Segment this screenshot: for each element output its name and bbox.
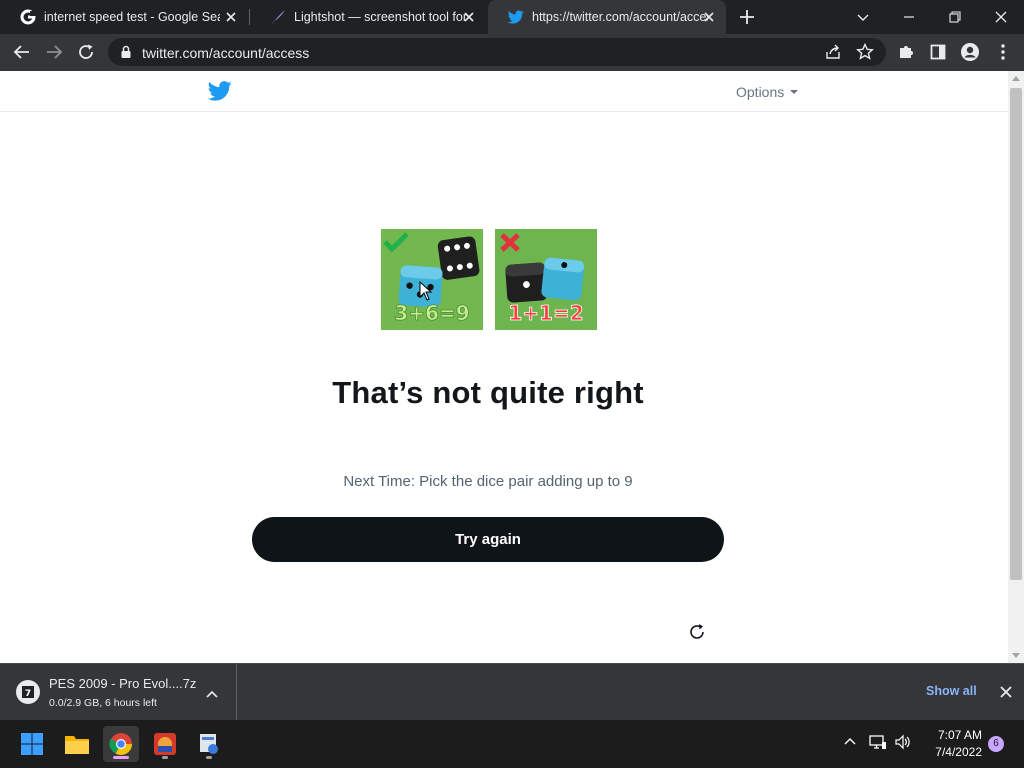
hint-text: Next Time: Pick the dice pair adding up …	[343, 473, 633, 490]
windows-taskbar: 7:07 AM 7/4/2022 6	[0, 720, 1024, 768]
tab-title: https://twitter.com/account/access	[532, 10, 708, 24]
address-bar[interactable]: twitter.com/account/access	[108, 38, 886, 66]
windows-start-icon[interactable]	[14, 726, 50, 762]
running-app-indicator	[206, 756, 212, 759]
dice-equation-right: 1+1=2	[508, 301, 583, 325]
installer-app-icon[interactable]	[191, 726, 227, 762]
caret-down-icon	[790, 90, 799, 94]
download-item[interactable]: 7 PES 2009 - Pro Evol....7z 0.0/2.9 GB, …	[0, 664, 237, 720]
system-clock[interactable]: 7:07 AM 7/4/2022	[912, 727, 982, 761]
close-window-icon[interactable]	[978, 0, 1024, 34]
lightshot-feather-icon	[270, 9, 286, 25]
twitter-header: Options	[0, 71, 1008, 112]
archive-7z-icon: 7	[16, 680, 40, 704]
tab-twitter-access[interactable]: https://twitter.com/account/access	[488, 0, 726, 34]
file-explorer-folder-icon[interactable]	[59, 726, 95, 762]
notification-count-badge[interactable]: 6	[988, 736, 1004, 752]
google-icon	[20, 9, 36, 25]
forward-arrow-icon[interactable]	[44, 42, 64, 62]
twitter-logo-icon[interactable]	[207, 81, 232, 106]
scroll-up-arrow-icon[interactable]	[1012, 76, 1020, 81]
page-title: That’s not quite right	[332, 375, 644, 410]
dice-image-incorrect: 1+1=2	[495, 229, 597, 330]
browser-toolbar: twitter.com/account/access	[0, 34, 1024, 71]
close-tab-icon[interactable]	[702, 10, 716, 24]
reload-icon[interactable]	[76, 42, 96, 62]
download-progress-status: 0.0/2.9 GB, 6 hours left	[49, 697, 157, 709]
network-monitor-icon[interactable]	[869, 734, 887, 755]
close-tab-icon[interactable]	[462, 10, 476, 24]
show-all-downloads-link[interactable]: Show all	[926, 684, 977, 698]
scroll-down-arrow-icon[interactable]	[1012, 653, 1020, 658]
close-download-shelf-icon[interactable]	[999, 685, 1013, 704]
download-shelf: 7 PES 2009 - Pro Evol....7z 0.0/2.9 GB, …	[0, 663, 1024, 720]
bookmark-star-icon[interactable]	[856, 42, 874, 66]
tab-google-search[interactable]: internet speed test - Google Search	[0, 0, 248, 34]
volume-speaker-icon[interactable]	[894, 734, 912, 755]
game-app-icon[interactable]	[147, 726, 183, 762]
dice-equation-left: 3+6=9	[394, 301, 469, 325]
running-app-indicator	[162, 756, 168, 759]
options-dropdown[interactable]: Options	[736, 84, 799, 100]
download-file-name: PES 2009 - Pro Evol....7z	[49, 676, 197, 691]
refresh-puzzle-icon[interactable]	[687, 622, 707, 647]
show-hidden-icons-chevron-up-icon[interactable]	[843, 734, 857, 753]
scrollbar-thumb[interactable]	[1010, 88, 1022, 580]
tab-title: internet speed test - Google Search	[44, 10, 220, 24]
back-arrow-icon[interactable]	[12, 42, 32, 62]
twitter-bird-icon	[508, 9, 524, 25]
active-app-indicator	[113, 756, 129, 759]
tab-search-chevron-down-icon[interactable]	[840, 0, 886, 34]
try-again-button[interactable]: Try again	[252, 517, 724, 562]
page-scrollbar[interactable]	[1008, 71, 1024, 663]
share-icon[interactable]	[824, 43, 842, 66]
tab-title: Lightshot — screenshot tool for Mac & Wi…	[294, 10, 470, 24]
side-panel-icon[interactable]	[928, 42, 948, 62]
lock-icon[interactable]	[120, 45, 132, 64]
clock-date: 7/4/2022	[935, 745, 982, 759]
chrome-menu-kebab-icon[interactable]	[993, 42, 1013, 62]
browser-tab-strip: internet speed test - Google Search Ligh…	[0, 0, 1024, 34]
new-tab-plus-icon[interactable]	[738, 8, 756, 26]
options-label: Options	[736, 84, 785, 100]
profile-avatar-icon[interactable]	[960, 42, 980, 62]
svg-text:7: 7	[25, 689, 31, 699]
chevron-up-icon[interactable]	[205, 686, 219, 704]
dice-image-correct: 3+6=9	[381, 229, 483, 330]
chrome-taskbar-icon[interactable]	[103, 726, 139, 762]
twitter-access-page: Options 3+6=9 1+1=2 That’s not quite rig…	[0, 71, 1008, 663]
minimize-window-icon[interactable]	[886, 0, 932, 34]
restore-window-icon[interactable]	[932, 0, 978, 34]
tab-lightshot[interactable]: Lightshot — screenshot tool for Mac & Wi…	[250, 0, 486, 34]
url-text: twitter.com/account/access	[142, 45, 310, 61]
extensions-puzzle-icon[interactable]	[896, 42, 916, 62]
close-tab-icon[interactable]	[224, 10, 238, 24]
clock-time: 7:07 AM	[937, 728, 982, 742]
